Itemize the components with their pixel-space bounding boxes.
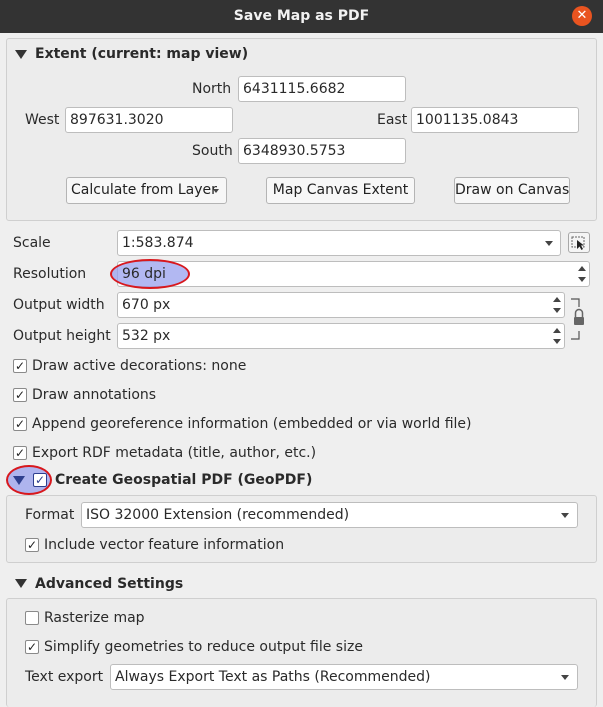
output-height-value: 532 px	[122, 328, 171, 344]
calculate-from-layer-label: Calculate from Layer	[71, 182, 217, 198]
north-input[interactable]: 6431115.6682	[238, 76, 406, 102]
dropdown-arrow-icon	[213, 189, 219, 193]
append-georef-checkbox[interactable]: ✓	[13, 417, 27, 431]
dropdown-arrow-icon	[561, 513, 569, 518]
rasterize-label: Rasterize map	[44, 610, 145, 626]
south-input[interactable]: 6348930.5753	[238, 138, 406, 164]
collapse-arrow-icon[interactable]	[13, 476, 25, 485]
close-icon[interactable]: ✕	[572, 6, 592, 26]
export-rdf-label: Export RDF metadata (title, author, etc.…	[32, 445, 317, 461]
simplify-label: Simplify geometries to reduce output fil…	[44, 639, 363, 655]
draw-annotations-label: Draw annotations	[32, 387, 157, 403]
output-width-label: Output width	[13, 297, 105, 313]
create-geopdf-checkbox[interactable]: ✓	[33, 473, 47, 487]
draw-decorations-checkbox[interactable]: ✓	[13, 359, 27, 373]
draw-decorations-label: Draw active decorations: none	[32, 358, 247, 374]
text-export-combobox[interactable]: Always Export Text as Paths (Recommended…	[110, 664, 578, 690]
west-label: West	[25, 112, 60, 128]
pointer-select-icon[interactable]	[568, 232, 590, 253]
draw-on-canvas-button[interactable]: Draw on Canvas	[454, 177, 570, 204]
extent-header[interactable]: Extent (current: map view)	[35, 44, 248, 64]
window-title: Save Map as PDF	[233, 8, 370, 24]
south-label: South	[192, 143, 233, 159]
west-input[interactable]: 897631.3020	[65, 107, 233, 133]
collapse-arrow-icon[interactable]	[15, 50, 27, 59]
simplify-checkbox[interactable]: ✓	[25, 640, 39, 654]
append-georef-label: Append georeference information (embedde…	[32, 416, 472, 432]
resolution-label: Resolution	[13, 266, 87, 282]
lock-icon[interactable]	[569, 297, 587, 341]
resolution-value: 96 dpi	[122, 266, 166, 282]
export-rdf-checkbox[interactable]: ✓	[13, 446, 27, 460]
spin-arrows-icon[interactable]	[550, 293, 564, 317]
east-label: East	[377, 112, 408, 128]
output-height-label: Output height	[13, 328, 111, 344]
create-geopdf-label[interactable]: Create Geospatial PDF (GeoPDF)	[55, 470, 312, 490]
format-label: Format	[25, 507, 75, 523]
advanced-settings-header[interactable]: Advanced Settings	[35, 574, 183, 594]
format-combobox[interactable]: ISO 32000 Extension (recommended)	[81, 502, 578, 528]
include-vector-label: Include vector feature information	[44, 537, 285, 553]
calculate-from-layer-button[interactable]: Calculate from Layer	[66, 177, 227, 204]
text-export-label: Text export	[25, 669, 104, 685]
scale-label: Scale	[13, 235, 51, 251]
spin-arrows-icon[interactable]	[550, 324, 564, 348]
scale-combobox[interactable]: 1:583.874	[117, 230, 561, 256]
format-value: ISO 32000 Extension (recommended)	[86, 507, 350, 523]
dropdown-arrow-icon	[545, 241, 553, 246]
spin-arrows-icon[interactable]	[575, 262, 589, 286]
output-height-spinbox[interactable]: 532 px	[117, 323, 565, 349]
rasterize-checkbox[interactable]	[25, 611, 39, 625]
dropdown-arrow-icon	[561, 675, 569, 680]
east-input[interactable]: 1001135.0843	[411, 107, 579, 133]
include-vector-checkbox[interactable]: ✓	[25, 538, 39, 552]
text-export-value: Always Export Text as Paths (Recommended…	[115, 669, 431, 685]
north-label: North	[192, 81, 232, 97]
output-width-spinbox[interactable]: 670 px	[117, 292, 565, 318]
draw-annotations-checkbox[interactable]: ✓	[13, 388, 27, 402]
map-canvas-extent-button[interactable]: Map Canvas Extent	[266, 177, 415, 204]
collapse-arrow-icon[interactable]	[15, 579, 27, 588]
scale-value: 1:583.874	[122, 235, 194, 251]
window-titlebar: Save Map as PDF	[0, 0, 603, 33]
output-width-value: 670 px	[122, 297, 171, 313]
